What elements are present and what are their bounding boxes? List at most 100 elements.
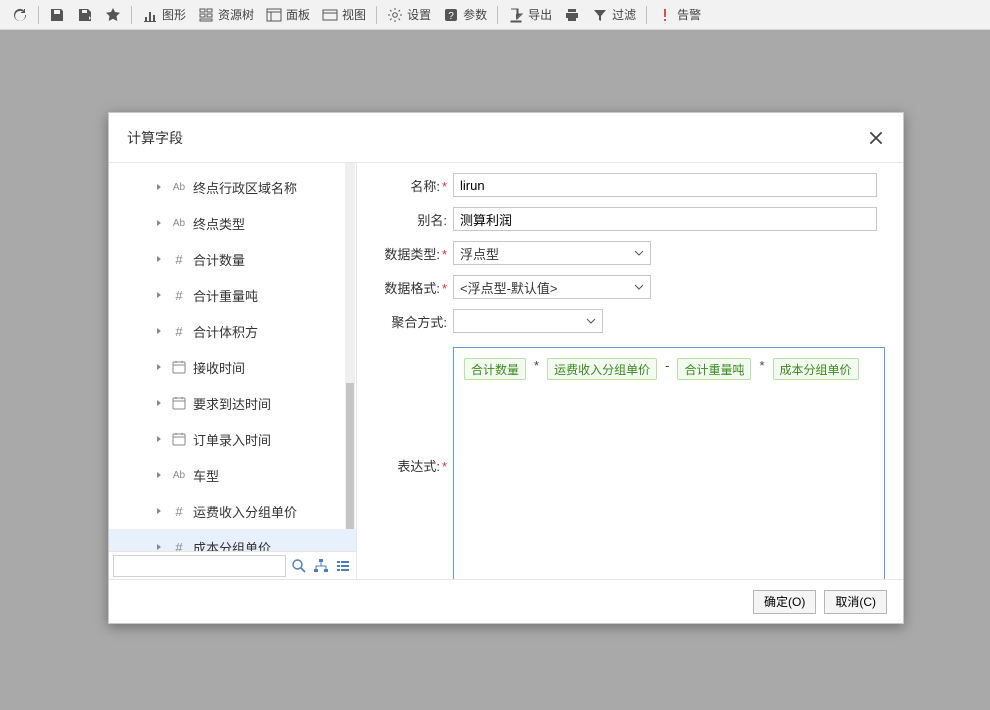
- tree-item[interactable]: #合计数量: [109, 241, 356, 277]
- expr-field-token[interactable]: 成本分组单价: [773, 358, 859, 380]
- tree-item[interactable]: Ab终点类型: [109, 205, 356, 241]
- dialog-footer: 确定(O) 取消(C): [109, 579, 903, 623]
- field-type-icon: #: [171, 503, 187, 519]
- tree-item-label: 要求到达时间: [193, 394, 271, 413]
- dialog-body: Ab终点行政区域名称Ab终点类型#合计数量#合计重量吨#合计体积方接收时间要求到…: [109, 163, 903, 579]
- toolbar: 图形 资源树 面板 视图 设置 ? 参数 导出 过滤 告警: [0, 0, 990, 30]
- toolbar-sep: [38, 6, 39, 24]
- tree-item[interactable]: #运费收入分组单价: [109, 493, 356, 529]
- dtype-select[interactable]: 浮点型: [453, 241, 651, 265]
- tree-search-input[interactable]: [113, 555, 286, 577]
- params-button[interactable]: ? 参数: [437, 1, 493, 29]
- view-label: 视图: [342, 6, 366, 23]
- caret-right-icon: [155, 507, 163, 515]
- tree-item[interactable]: 接收时间: [109, 349, 356, 385]
- dformat-select[interactable]: <浮点型-默认值>: [453, 275, 651, 299]
- field-type-icon: #: [171, 323, 187, 339]
- dtype-value: 浮点型: [460, 244, 499, 263]
- tree-item-label: 终点行政区域名称: [193, 178, 297, 197]
- expression-editor[interactable]: 合计数量*运费收入分组单价-合计重量吨*成本分组单价: [453, 347, 885, 579]
- alert-label: 告警: [677, 6, 701, 23]
- alert-button[interactable]: 告警: [651, 1, 707, 29]
- chevron-down-icon: [634, 282, 644, 292]
- expr-operator: *: [757, 358, 766, 380]
- dformat-label: 数据格式:*: [375, 278, 453, 297]
- tree-item-label: 接收时间: [193, 358, 245, 377]
- form-panel: 名称:* 别名: 数据类型:* 浮点型 数据格式:* <浮点型-默认值>: [357, 163, 903, 579]
- panel-label: 面板: [286, 6, 310, 23]
- field-type-icon: [171, 395, 187, 411]
- expr-operator: -: [663, 358, 671, 380]
- refresh-button[interactable]: [6, 1, 34, 29]
- tree-footer: [109, 551, 356, 579]
- caret-right-icon: [155, 255, 163, 263]
- expr-field-token[interactable]: 合计重量吨: [677, 358, 751, 380]
- cancel-button[interactable]: 取消(C): [824, 590, 887, 614]
- tree-item-label: 终点类型: [193, 214, 245, 233]
- view-button[interactable]: 视图: [316, 1, 372, 29]
- tree-item[interactable]: # 合计体积方: [109, 313, 356, 349]
- saveas-button[interactable]: [71, 1, 99, 29]
- toolbar-sep: [131, 6, 132, 24]
- resourcetree-label: 资源树: [218, 6, 254, 23]
- toolbar-sep: [497, 6, 498, 24]
- chevron-down-icon: [634, 248, 644, 258]
- tree-item[interactable]: 订单录入时间: [109, 421, 356, 457]
- ok-button[interactable]: 确定(O): [753, 590, 816, 614]
- export-label: 导出: [528, 6, 552, 23]
- settings-label: 设置: [407, 6, 431, 23]
- alias-input[interactable]: [453, 207, 877, 231]
- tree-item-label: 成本分组单价: [193, 538, 271, 552]
- tree-item[interactable]: 要求到达时间: [109, 385, 356, 421]
- agg-label: 聚合方式:: [375, 312, 453, 331]
- field-type-icon: #: [171, 287, 187, 303]
- tree-list-icon[interactable]: [334, 557, 352, 575]
- chart-label: 图形: [162, 6, 186, 23]
- toolbar-sep: [376, 6, 377, 24]
- filter-button[interactable]: 过滤: [586, 1, 642, 29]
- caret-right-icon: [155, 471, 163, 479]
- export-button[interactable]: 导出: [502, 1, 558, 29]
- agg-select[interactable]: [453, 309, 603, 333]
- caret-right-icon: [155, 435, 163, 443]
- caret-right-icon: [155, 219, 163, 227]
- alias-label: 别名:: [375, 210, 453, 229]
- tree-item[interactable]: Ab 终点行政区域名称: [109, 169, 356, 205]
- field-tree-panel: Ab终点行政区域名称Ab终点类型#合计数量#合计重量吨#合计体积方接收时间要求到…: [109, 163, 357, 579]
- panel-button[interactable]: 面板: [260, 1, 316, 29]
- expr-field-token[interactable]: 运费收入分组单价: [547, 358, 657, 380]
- dformat-value: <浮点型-默认值>: [460, 278, 558, 297]
- calc-field-dialog: 计算字段 Ab终点行政区域名称Ab终点类型#合计数量#合计重量吨#合计体积方接收…: [108, 112, 904, 624]
- tree-item-label: 车型: [193, 466, 219, 485]
- field-type-icon: Ab: [171, 179, 187, 195]
- resourcetree-button[interactable]: 资源树: [192, 1, 260, 29]
- dialog-titlebar: 计算字段: [109, 113, 903, 163]
- tree-item[interactable]: #成本分组单价: [109, 529, 356, 551]
- save-button[interactable]: [43, 1, 71, 29]
- name-input[interactable]: [453, 173, 877, 197]
- tree-item[interactable]: # 合计重量吨: [109, 277, 356, 313]
- star-button[interactable]: [99, 1, 127, 29]
- tree-item-label: 合计重量吨: [193, 286, 258, 305]
- caret-right-icon: [155, 543, 163, 551]
- caret-right-icon: [155, 327, 163, 335]
- caret-right-icon: [155, 363, 163, 371]
- name-label: 名称:*: [375, 176, 453, 195]
- tree-search-icon[interactable]: [290, 557, 308, 575]
- caret-right-icon: [155, 399, 163, 407]
- field-type-icon: [171, 431, 187, 447]
- field-tree[interactable]: Ab终点行政区域名称Ab终点类型#合计数量#合计重量吨#合计体积方接收时间要求到…: [109, 163, 356, 551]
- print-button[interactable]: [558, 1, 586, 29]
- tree-hierarchy-icon[interactable]: [312, 557, 330, 575]
- tree-item[interactable]: Ab车型: [109, 457, 356, 493]
- settings-button[interactable]: 设置: [381, 1, 437, 29]
- params-label: 参数: [463, 6, 487, 23]
- dialog-title: 计算字段: [127, 128, 183, 148]
- filter-label: 过滤: [612, 6, 636, 23]
- svg-text:?: ?: [448, 11, 454, 22]
- close-icon[interactable]: [867, 129, 885, 147]
- tree-item-label: 合计体积方: [193, 322, 258, 341]
- tree-item-label: 合计数量: [193, 250, 245, 269]
- chart-button[interactable]: 图形: [136, 1, 192, 29]
- expr-field-token[interactable]: 合计数量: [464, 358, 526, 380]
